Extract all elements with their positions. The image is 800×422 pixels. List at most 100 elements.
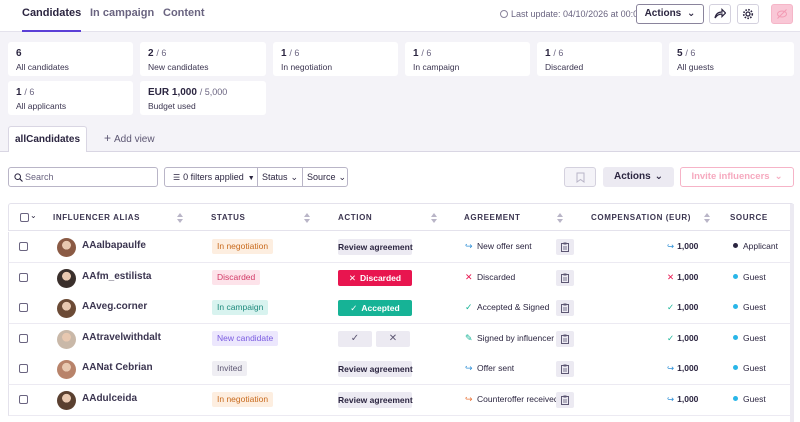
- table-row[interactable]: AAveg.corner In campaign ✓ Accepted ✓ Accepte…: [8, 293, 794, 325]
- table-row[interactable]: AAalbapaulfe In negotiation Review agreeme…: [8, 232, 794, 263]
- chevron-down-icon[interactable]: ⌄: [30, 211, 37, 220]
- agreement-document-button[interactable]: [556, 300, 574, 317]
- stat-card-all-guests[interactable]: 5 / 6 All guests: [669, 42, 794, 76]
- select-all-checkbox[interactable]: [20, 213, 29, 222]
- bookmark-button[interactable]: [564, 167, 596, 187]
- check-icon: ✓: [350, 303, 358, 314]
- actions-dropdown[interactable]: Actions ⌄: [603, 167, 674, 187]
- review-agreement-button[interactable]: Review agreement: [338, 239, 413, 255]
- agreement-status-icon: ↪: [465, 363, 473, 374]
- view-tab-all-candidates[interactable]: allCandidates: [8, 126, 87, 152]
- caret-down-icon: ▼: [247, 175, 255, 182]
- agreement-document-button[interactable]: [556, 330, 574, 347]
- sort-icon[interactable]: [304, 213, 310, 223]
- hide-button[interactable]: [771, 4, 793, 24]
- chevron-down-icon: ⌄: [774, 171, 783, 182]
- agreement-status-icon: ↪: [465, 394, 473, 404]
- compensation-value: ↪ 1,000: [667, 363, 699, 374]
- table-scrollbar[interactable]: [790, 204, 794, 422]
- table-row[interactable]: AANat Cebrian Invited Review agreement ↪ Off…: [8, 354, 794, 386]
- row-checkbox[interactable]: [19, 333, 28, 343]
- col-header-source[interactable]: SOURCE: [730, 204, 768, 232]
- filter-divider: [257, 168, 258, 186]
- agreement-document-button[interactable]: [556, 269, 574, 286]
- table-row[interactable]: AAtravelwithdalt New candidate ✓ ✕ ✎ Signed b…: [8, 323, 794, 355]
- table-row[interactable]: AAdulceida In negotiation Review agreement…: [8, 385, 794, 416]
- avatar: [57, 329, 76, 349]
- review-agreement-button[interactable]: Review agreement: [338, 361, 413, 378]
- sort-icon[interactable]: [431, 213, 437, 223]
- source-filter[interactable]: Source ⌄: [307, 168, 346, 186]
- share-icon: [714, 8, 726, 19]
- tab-content[interactable]: Content: [163, 0, 205, 32]
- agreement-status: ↪ New offer sent: [465, 241, 532, 251]
- influencer-alias[interactable]: AAveg.corner: [82, 301, 147, 312]
- col-header-action[interactable]: ACTION: [338, 204, 372, 232]
- source-label: Applicant: [733, 241, 778, 251]
- row-checkbox[interactable]: [19, 272, 28, 282]
- influencer-alias[interactable]: AAfm_estilista: [82, 271, 151, 282]
- influencer-alias[interactable]: AAalbapaulfe: [82, 240, 146, 251]
- avatar: [57, 360, 76, 380]
- agreement-document-button[interactable]: [556, 239, 574, 255]
- share-button[interactable]: [709, 4, 731, 24]
- stat-card-in-campaign[interactable]: 1 / 6 In campaign: [405, 42, 530, 76]
- invite-influencers-button[interactable]: Invite influencers ⌄: [680, 167, 794, 187]
- agreement-document-button[interactable]: [556, 392, 574, 408]
- add-view-button[interactable]: + Add view: [104, 131, 155, 147]
- chevron-down-icon: ⌄: [290, 172, 299, 182]
- top-nav: Candidates In campaign Content Last upda…: [0, 0, 800, 32]
- stat-card-discarded[interactable]: 1 / 6 Discarded: [537, 42, 662, 76]
- review-agreement-button[interactable]: Review agreement: [338, 392, 413, 408]
- plus-icon: +: [104, 131, 112, 145]
- search-icon: [14, 173, 23, 182]
- reject-button[interactable]: ✕: [376, 330, 410, 347]
- approve-button[interactable]: ✓: [338, 330, 372, 347]
- stat-card-all-candidates[interactable]: 6 All candidates: [8, 42, 133, 76]
- sort-icon[interactable]: [557, 213, 563, 223]
- sort-icon[interactable]: [177, 213, 183, 223]
- discarded-button[interactable]: ✕ Discarded: [338, 269, 412, 286]
- clipboard-icon: [561, 364, 569, 375]
- stat-card-new-candidates[interactable]: 2 / 6 New candidates: [140, 42, 266, 76]
- col-header-agreement[interactable]: AGREEMENT: [464, 204, 521, 232]
- compensation-status-icon: ✕: [667, 271, 675, 282]
- filters-dropdown[interactable]: ☰ 0 filters applied ▼: [173, 168, 255, 186]
- table-row[interactable]: AAfm_estilista Discarded ✕ Discarded ✕ Discar…: [8, 262, 794, 294]
- stat-card-in-negotiation[interactable]: 1 / 6 In negotiation: [273, 42, 398, 76]
- status-badge: In campaign: [212, 300, 269, 316]
- sort-icon[interactable]: [704, 213, 710, 223]
- hidden-icon: [777, 9, 787, 19]
- influencer-alias[interactable]: AAdulceida: [82, 393, 137, 404]
- chevron-down-icon: ⌄: [687, 8, 696, 19]
- row-checkbox[interactable]: [19, 303, 28, 313]
- search-input[interactable]: Search: [8, 167, 158, 187]
- col-header-alias[interactable]: INFLUENCER ALIAS: [53, 204, 140, 232]
- col-header-status[interactable]: STATUS: [211, 204, 245, 232]
- col-header-compensation[interactable]: COMPENSATION (EUR): [591, 204, 691, 232]
- accepted-button[interactable]: ✓ Accepted: [338, 300, 412, 317]
- tab-in-campaign[interactable]: In campaign: [90, 0, 154, 32]
- source-dot-icon: [733, 365, 738, 371]
- tab-candidates[interactable]: Candidates: [22, 0, 82, 32]
- status-badge: Invited: [212, 361, 248, 377]
- status-filter[interactable]: Status ⌄: [262, 168, 298, 186]
- clock-icon: [500, 10, 508, 18]
- stat-card-budget-used[interactable]: EUR 1,000 / 5,000 Budget used: [140, 81, 266, 115]
- agreement-document-button[interactable]: [556, 361, 574, 378]
- stat-card-all-applicants[interactable]: 1 / 6 All applicants: [8, 81, 133, 115]
- row-checkbox[interactable]: [19, 395, 28, 404]
- actions-dropdown-top[interactable]: Actions ⌄: [636, 4, 704, 24]
- clipboard-icon: [561, 395, 569, 405]
- clipboard-icon: [561, 334, 569, 344]
- row-checkbox[interactable]: [19, 364, 28, 374]
- influencer-alias[interactable]: AAtravelwithdalt: [82, 332, 161, 343]
- influencer-alias[interactable]: AANat Cebrian: [82, 362, 153, 373]
- agreement-status: ↪ Offer sent: [465, 363, 515, 374]
- table-header: ⌄ INFLUENCER ALIAS STATUS ACTION AGREEME…: [8, 203, 794, 231]
- bookmark-icon: [576, 172, 585, 183]
- compensation-value: ✓ 1,000: [667, 302, 699, 313]
- source-label: Guest: [733, 333, 766, 343]
- settings-button[interactable]: [737, 4, 759, 24]
- row-checkbox[interactable]: [19, 242, 28, 251]
